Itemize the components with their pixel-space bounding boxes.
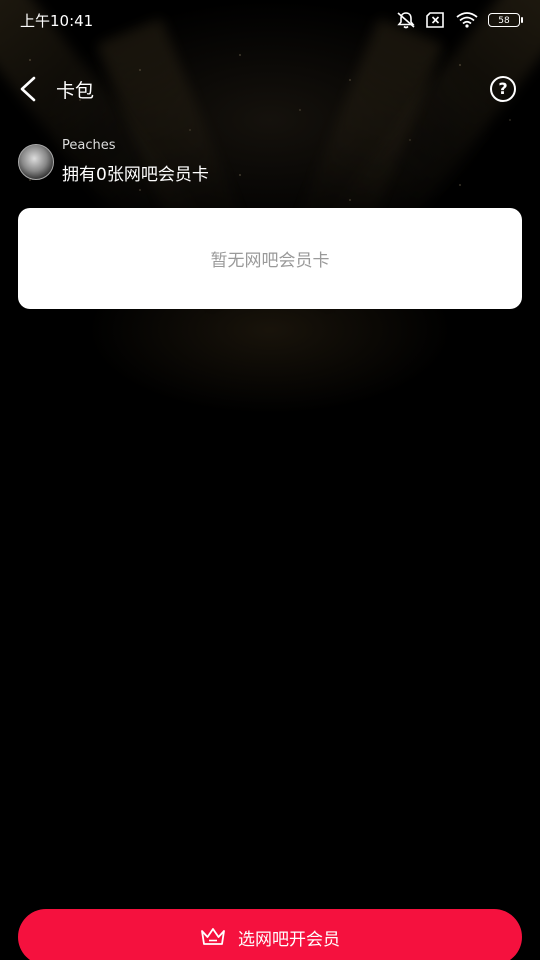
header: 卡包 ? — [0, 64, 540, 114]
wifi-icon — [456, 12, 478, 28]
battery-icon: 58 — [488, 13, 523, 27]
crown-icon — [201, 928, 225, 945]
help-button[interactable]: ? — [490, 76, 516, 102]
back-arrow-icon — [20, 76, 36, 102]
username: Peaches — [62, 138, 116, 153]
page-title: 卡包 — [56, 80, 95, 102]
sim-x-icon — [426, 12, 446, 28]
cta-label: 选网吧开会员 — [238, 929, 340, 950]
empty-state-text: 暂无网吧会员卡 — [210, 251, 330, 271]
status-icons: 58 — [396, 11, 523, 29]
back-button[interactable] — [16, 74, 44, 104]
status-time: 上午10:41 — [20, 11, 94, 30]
card-count-text: 拥有0张网吧会员卡 — [62, 165, 209, 185]
mute-icon — [396, 11, 416, 29]
question-icon: ? — [498, 79, 508, 98]
card-wallet-screen: 上午10:41 58 卡包 ? Peaches 拥有0张网吧会员卡 暂无网吧会员… — [0, 0, 540, 960]
empty-card-panel: 暂无网吧会员卡 — [18, 208, 522, 309]
status-bar: 上午10:41 58 — [0, 0, 540, 40]
avatar — [18, 144, 54, 180]
select-cafe-membership-button[interactable]: 选网吧开会员 — [18, 909, 522, 960]
